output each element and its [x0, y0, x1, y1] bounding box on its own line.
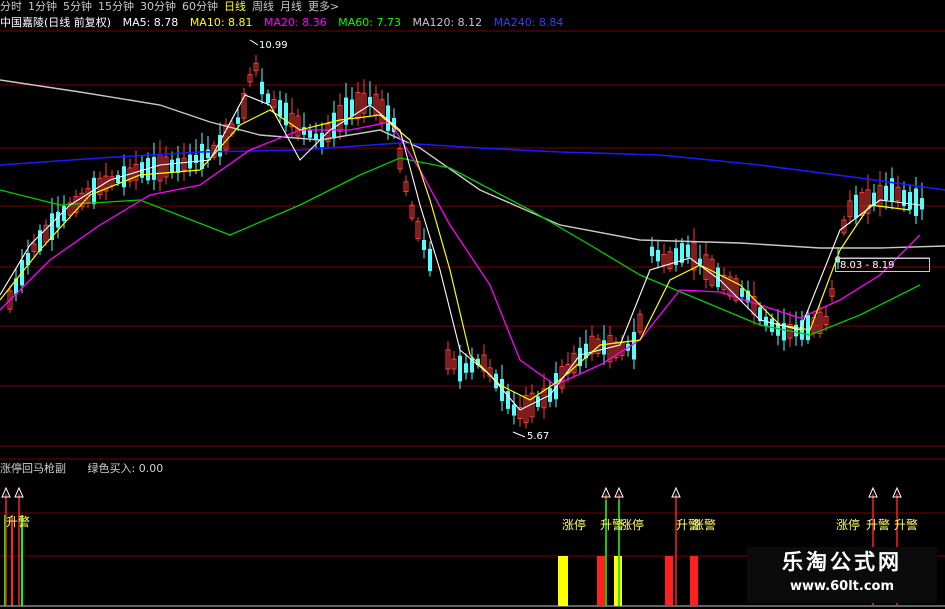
high-price-label: 10.99	[259, 40, 288, 51]
candle-body	[236, 117, 240, 124]
candle-body	[368, 96, 372, 105]
candle-body	[464, 363, 468, 373]
price-range-box: 8.03 - 8.19	[835, 258, 930, 272]
candle-body	[920, 198, 924, 210]
signal-label: 升警	[6, 514, 30, 529]
candle-body	[794, 324, 798, 337]
candle-body	[170, 159, 174, 173]
candle-body	[800, 320, 804, 340]
candle-body	[632, 331, 636, 360]
candle-body	[266, 93, 270, 104]
candle-body	[422, 239, 426, 251]
signal-label: 涨停	[836, 517, 860, 532]
candlesticks	[7, 55, 924, 429]
ma60-line	[0, 157, 921, 336]
signal-label: 涨停	[562, 517, 586, 532]
high-marker	[249, 39, 259, 46]
low-marker	[512, 431, 526, 438]
candle-body	[332, 112, 336, 139]
site-logo: 乐淘公式网 www.60lt.com	[747, 547, 937, 603]
candle-body	[854, 194, 858, 219]
low-price-label: 5.67	[527, 431, 550, 442]
signal-label: 升警	[866, 517, 890, 532]
signal-fill-bar	[690, 556, 698, 606]
candle-body	[770, 318, 774, 332]
candle-body	[176, 158, 180, 173]
signal-fill-bar	[614, 556, 622, 606]
sub-legend-title: 涨停回马枪副	[0, 462, 66, 475]
candle-body	[62, 205, 66, 222]
candle-body	[152, 157, 156, 180]
moving-average-lines	[0, 79, 945, 411]
candle-body	[116, 175, 120, 183]
candle-body	[512, 404, 516, 416]
signal-fill-bar	[597, 556, 605, 606]
candle-body	[656, 249, 660, 262]
candle-body	[602, 340, 606, 355]
candle-body	[806, 315, 810, 341]
kline-chart[interactable]: 升警 涨停 升警涨停 升警涨警 涨停 升警 升警	[0, 0, 945, 609]
candle-body	[908, 192, 912, 210]
candle-body	[650, 246, 654, 257]
signal-fill-bar	[665, 556, 673, 606]
signal-label: 涨警	[692, 517, 716, 532]
logo-url: www.60lt.com	[789, 579, 895, 594]
candle-body	[206, 149, 210, 159]
candle-body	[884, 185, 888, 201]
sub-legend: 涨停回马枪副 绿色买入: 0.00	[0, 461, 181, 477]
signal-label: 升警	[894, 517, 918, 532]
logo-title: 乐淘公式网	[782, 550, 902, 574]
candle-body	[200, 143, 204, 170]
candle-body	[350, 99, 354, 117]
candle-body	[458, 355, 462, 382]
buy-label: 绿色买入: 0.00	[87, 462, 164, 475]
candle-body	[56, 211, 60, 228]
price-grid	[0, 30, 945, 557]
signal-label: 涨停	[620, 517, 644, 532]
candle-body	[914, 188, 918, 217]
candle-body	[740, 288, 744, 297]
candle-body	[428, 248, 432, 272]
candle-body	[686, 244, 690, 258]
candle-body	[308, 130, 312, 138]
candle-body	[260, 81, 264, 95]
signal-fill-bar	[558, 556, 568, 606]
candle-body	[278, 100, 282, 117]
